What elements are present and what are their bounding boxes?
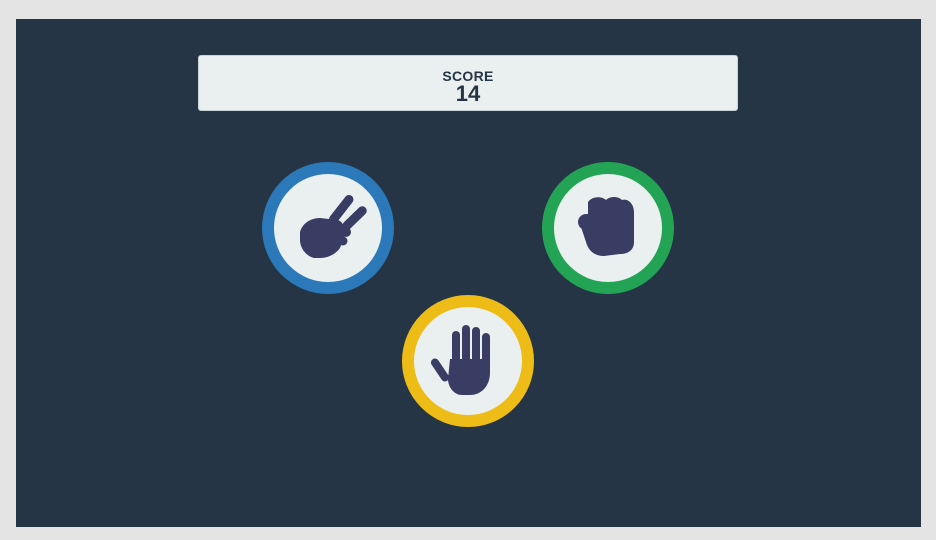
- rock-button[interactable]: [542, 162, 674, 294]
- rock-fist-icon: [578, 197, 634, 256]
- score-value: 14: [455, 81, 481, 106]
- game-board: SCORE 14: [16, 19, 921, 527]
- scissors-hand-icon: [300, 194, 367, 258]
- paper-button[interactable]: [402, 295, 534, 427]
- paper-hand-icon: [430, 325, 490, 395]
- score-panel: SCORE 14: [198, 55, 738, 111]
- scissors-button[interactable]: [262, 162, 394, 294]
